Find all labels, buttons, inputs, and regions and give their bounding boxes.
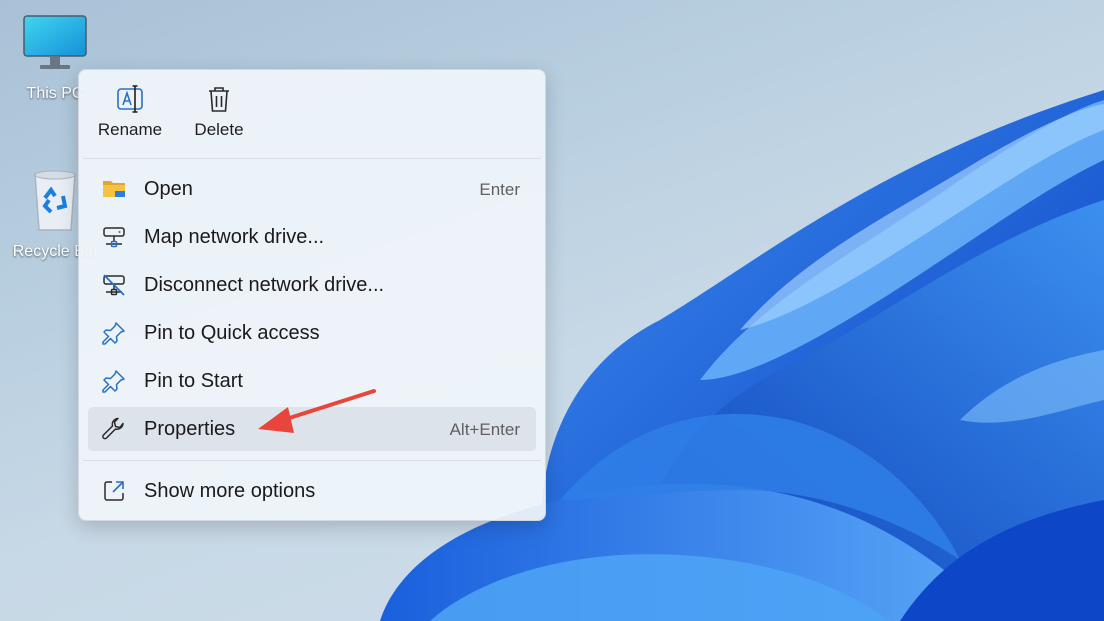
menu-item-disconnect-network-drive[interactable]: Disconnect network drive... <box>88 263 536 307</box>
rename-button[interactable]: Rename <box>89 84 171 152</box>
menu-separator <box>83 460 541 461</box>
menu-item-map-network-drive[interactable]: Map network drive... <box>88 215 536 259</box>
menu-item-shortcut: Enter <box>479 180 520 199</box>
menu-item-label: Properties <box>144 418 236 440</box>
context-menu: Rename Delete Open Enter Map network dri… <box>78 69 546 521</box>
menu-item-label: Disconnect network drive... <box>144 274 385 296</box>
menu-item-label: Pin to Start <box>144 370 243 392</box>
folder-icon <box>103 181 125 197</box>
red-arrow-annotation <box>258 389 376 433</box>
pin-icon <box>102 322 125 345</box>
pin-icon <box>102 370 125 393</box>
menu-item-shortcut: Alt+Enter <box>449 420 520 439</box>
delete-label: Delete <box>194 120 244 139</box>
monitor-icon <box>23 15 87 69</box>
menu-item-label: Open <box>144 178 193 200</box>
delete-button[interactable]: Delete <box>183 84 255 152</box>
rename-label: Rename <box>97 120 163 139</box>
network-drive-icon <box>103 227 125 248</box>
rename-icon <box>117 85 143 113</box>
quick-actions-bar: Rename Delete <box>79 70 545 158</box>
menu-item-open[interactable]: Open Enter <box>88 167 536 211</box>
external-open-icon <box>104 481 124 501</box>
recycle-bin-icon <box>34 170 76 231</box>
menu-item-show-more-options[interactable]: Show more options <box>88 469 536 513</box>
desktop: This PC Recycle Bin Rename Delete Open E… <box>0 0 1104 621</box>
menu-item-pin-to-quick-access[interactable]: Pin to Quick access <box>88 311 536 355</box>
menu-item-label: Map network drive... <box>144 226 325 248</box>
disconnect-drive-icon <box>103 274 125 296</box>
menu-separator <box>83 158 541 159</box>
menu-item-label: Pin to Quick access <box>144 322 320 344</box>
menu-item-label: Show more options <box>144 480 316 502</box>
wrench-icon <box>102 417 124 440</box>
trash-icon <box>209 87 229 112</box>
